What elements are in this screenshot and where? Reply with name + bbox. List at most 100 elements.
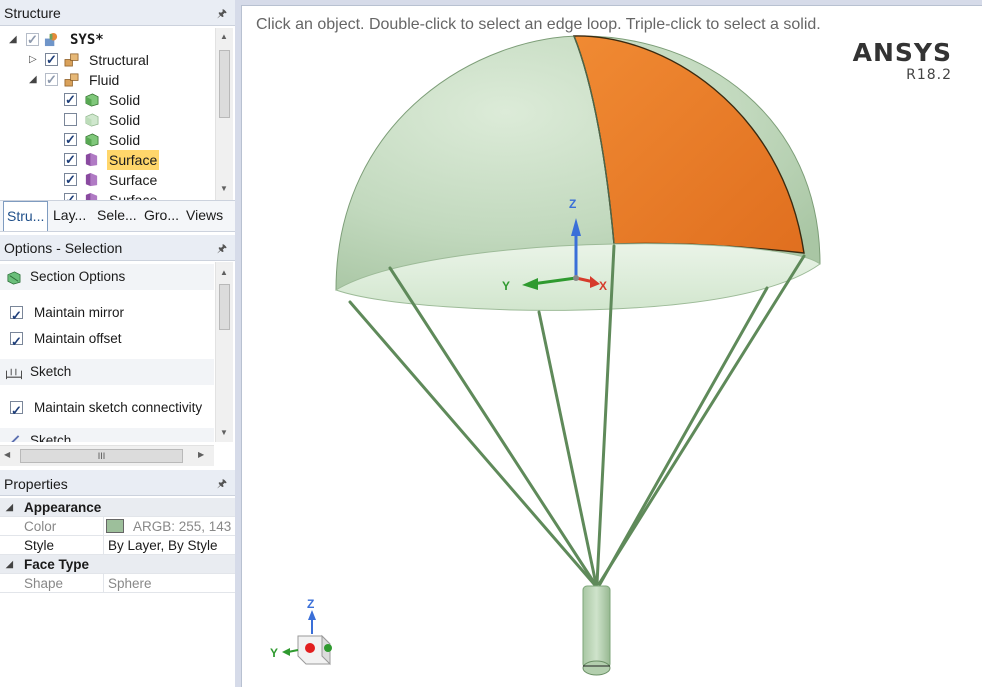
tree-checkbox[interactable] xyxy=(64,170,77,190)
options-hscrollbar[interactable]: ◀ III ▶ xyxy=(0,445,214,466)
scroll-up-icon[interactable]: ▲ xyxy=(220,268,228,277)
property-key: Color xyxy=(24,519,57,534)
properties-panel-title: Properties xyxy=(4,476,68,492)
section-label: Sketch xyxy=(30,433,72,442)
tree-item-label: Surface xyxy=(107,150,160,170)
tree-scrollbar[interactable]: ▲ ▼ xyxy=(215,28,233,200)
tree-checkbox[interactable] xyxy=(64,130,77,150)
orientation-cube[interactable] xyxy=(282,610,332,666)
pin-icon[interactable]: 🖈 xyxy=(217,475,227,494)
tab-selection[interactable]: Sele... xyxy=(97,207,137,223)
grip-glyph: III xyxy=(97,451,106,461)
property-row-shape[interactable]: Shape Sphere xyxy=(0,574,235,593)
property-value: ARGB: 255, 143 xyxy=(133,519,232,534)
model-canvas[interactable]: Z Y X Z Y xyxy=(242,6,982,687)
tree-checkbox[interactable] xyxy=(64,90,77,110)
expand-arrow-icon[interactable]: ◢ xyxy=(29,70,37,90)
section-options-header[interactable]: Section Options xyxy=(0,264,214,290)
scroll-down-icon[interactable]: ▼ xyxy=(220,184,228,193)
tree-item-fluid[interactable]: ◢ Fluid xyxy=(0,70,214,90)
collapse-triangle-icon[interactable]: ◢ xyxy=(6,498,13,517)
pin-icon[interactable]: 🖈 xyxy=(217,5,227,24)
suspension-line xyxy=(598,286,769,586)
options-scrollbar[interactable]: ▲ ▼ xyxy=(215,262,233,442)
tree-checkbox[interactable] xyxy=(64,150,77,170)
tree-checkbox[interactable] xyxy=(64,190,77,200)
graphics-viewport[interactable]: Click an object. Double-click to select … xyxy=(241,5,982,687)
solid-body-icon xyxy=(85,113,99,127)
solid-body-icon xyxy=(85,133,99,147)
tree-item-label: Fluid xyxy=(89,72,120,88)
option-label: Maintain mirror xyxy=(34,305,125,320)
surface-body-icon xyxy=(85,152,98,167)
sketch-dimension-icon xyxy=(6,368,22,380)
scroll-left-icon[interactable]: ◀ xyxy=(4,450,10,459)
mini-axis-z-label: Z xyxy=(307,597,314,611)
expand-arrow-icon[interactable]: ◢ xyxy=(9,30,17,50)
tree-checkbox[interactable] xyxy=(45,50,58,70)
component-icon xyxy=(64,73,79,87)
solid-body-icon xyxy=(85,93,99,107)
tree-item-surface[interactable]: Surface xyxy=(0,170,214,190)
section-label: Section Options xyxy=(30,269,126,284)
tab-layers[interactable]: Lay... xyxy=(53,207,86,223)
tree-item-sys[interactable]: ◢ SYS* xyxy=(0,30,214,50)
tree-checkbox[interactable] xyxy=(26,30,39,50)
tree-item-label: Surface xyxy=(109,192,158,200)
sketch-pencil-icon xyxy=(11,435,20,442)
options-panel-title: Options - Selection xyxy=(4,240,123,256)
axis-x-label: X xyxy=(599,279,607,293)
surface-body-icon xyxy=(85,172,98,187)
structure-panel-header: Structure 🖈 xyxy=(0,0,235,26)
tree-checkbox[interactable] xyxy=(45,70,58,90)
maintain-sketch-connectivity-checkbox[interactable] xyxy=(10,398,23,424)
property-value: By Layer, By Style xyxy=(108,538,218,553)
suspension-line xyxy=(348,300,596,586)
option-maintain-sketch-connectivity[interactable]: Maintain sketch connectivity xyxy=(0,395,214,424)
maintain-mirror-checkbox[interactable] xyxy=(10,303,23,329)
tree-item-structural[interactable]: ▷ Structural xyxy=(0,50,214,70)
section-options-icon xyxy=(7,271,21,285)
tree-item-solid[interactable]: Solid xyxy=(0,130,214,150)
tree-item-solid[interactable]: Solid xyxy=(0,110,214,130)
option-maintain-offset[interactable]: Maintain offset xyxy=(0,326,214,355)
option-maintain-mirror[interactable]: Maintain mirror xyxy=(0,300,214,329)
sketch-options-header-2[interactable]: Sketch xyxy=(0,428,214,442)
collapse-arrow-icon[interactable]: ▷ xyxy=(29,50,37,70)
tree-item-label: Solid xyxy=(109,92,141,108)
tree-checkbox[interactable] xyxy=(64,113,77,126)
surface-body-icon xyxy=(85,192,98,200)
sketch-options-header[interactable]: Sketch xyxy=(0,359,214,385)
options-panel-header: Options - Selection 🖈 xyxy=(0,235,235,261)
property-key: Style xyxy=(24,538,55,553)
section-label: Sketch xyxy=(30,364,72,379)
collapse-triangle-icon[interactable]: ◢ xyxy=(6,555,13,574)
scroll-up-icon[interactable]: ▲ xyxy=(220,32,228,41)
property-key: Shape xyxy=(24,576,64,591)
property-row-style[interactable]: Style By Layer, By Style xyxy=(0,536,235,555)
property-row-color[interactable]: Color ARGB: 255, 143 xyxy=(0,517,235,536)
options-list: Section Options Maintain mirror Maintain… xyxy=(0,262,235,442)
payload-pod[interactable] xyxy=(582,585,611,676)
tree-item-label: Solid xyxy=(109,112,141,128)
structure-tree: ◢ SYS* ▷ Structural ◢ Fluid Solid xyxy=(0,28,235,200)
tree-item-surface[interactable]: Surface xyxy=(0,190,214,200)
tab-groups[interactable]: Gro... xyxy=(144,207,179,223)
pin-icon[interactable]: 🖈 xyxy=(217,240,227,259)
maintain-offset-checkbox[interactable] xyxy=(10,329,23,355)
tree-item-solid[interactable]: Solid xyxy=(0,90,214,110)
scroll-right-icon[interactable]: ▶ xyxy=(198,450,204,459)
property-group-face-type[interactable]: ◢ Face Type xyxy=(0,555,235,574)
option-label: Maintain sketch connectivity xyxy=(34,400,203,415)
scroll-down-icon[interactable]: ▼ xyxy=(220,428,228,437)
property-group-appearance[interactable]: ◢ Appearance xyxy=(0,498,235,517)
axis-z-label: Z xyxy=(569,197,576,211)
tab-structure[interactable]: Stru... xyxy=(3,201,49,231)
tree-item-surface[interactable]: Surface xyxy=(0,150,214,170)
tree-item-label: Structural xyxy=(89,52,149,68)
tab-views[interactable]: Views xyxy=(186,207,223,223)
hscroll-thumb[interactable]: III xyxy=(20,449,183,463)
scroll-thumb[interactable] xyxy=(219,50,230,118)
structure-tabs: Stru... Lay... Sele... Gro... Views xyxy=(0,200,235,232)
scroll-thumb[interactable] xyxy=(219,284,230,330)
